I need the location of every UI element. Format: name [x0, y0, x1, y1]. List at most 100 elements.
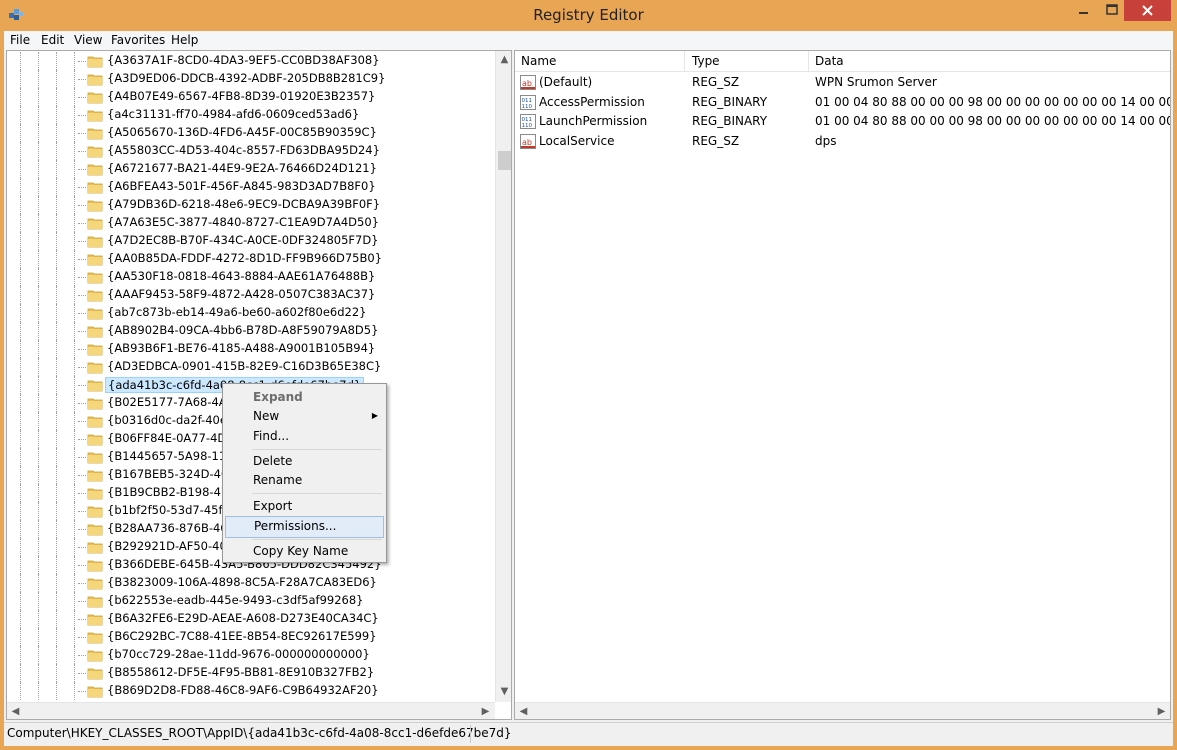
- scroll-up-arrow-icon[interactable]: ▲: [496, 51, 511, 68]
- tree-guide-line: [38, 124, 39, 142]
- tree-item-label: {B167BEB5-324D-4C2: [107, 467, 237, 481]
- menu-edit[interactable]: Edit: [41, 33, 64, 47]
- menu-file[interactable]: File: [10, 33, 30, 47]
- list-row[interactable]: ab (Default) REG_SZ WPN Srumon Server: [515, 73, 1170, 92]
- tree-item[interactable]: {A5065670-136D-4FD6-A45F-00C85B90359C}: [7, 124, 495, 142]
- tree-guide-line: [56, 412, 57, 430]
- tree-scroll-thumb[interactable]: [498, 151, 511, 170]
- tree-connector-line: [78, 295, 86, 296]
- tree-item-label: {B06FF84E-0A77-4DD: [107, 431, 236, 445]
- tree-item[interactable]: {AAAF9453-58F9-4872-A428-0507C383AC37}: [7, 286, 495, 304]
- tree-item-label: {A5065670-136D-4FD6-A45F-00C85B90359C}: [107, 125, 377, 139]
- folder-icon: [87, 162, 103, 176]
- tree-item[interactable]: {A4B07E49-6567-4FB8-8D39-01920E3B2357}: [7, 88, 495, 106]
- scroll-left-arrow-icon[interactable]: ◀: [7, 703, 24, 719]
- column-header-type[interactable]: Type: [686, 51, 809, 72]
- menu-help[interactable]: Help: [171, 33, 198, 47]
- tree-item[interactable]: {B8558612-DF5E-4F95-BB81-8E910B327FB2}: [7, 664, 495, 682]
- window-title: Registry Editor: [533, 6, 644, 24]
- close-button[interactable]: [1124, 0, 1171, 21]
- tree-item[interactable]: {A7D2EC8B-B70F-434C-A0CE-0DF324805F7D}: [7, 232, 495, 250]
- context-menu-rename[interactable]: Rename: [225, 470, 384, 492]
- tree-item[interactable]: {B869D2D8-FD88-46C8-9AF6-C9B64932AF20}: [7, 682, 495, 700]
- tree-item[interactable]: {a4c31131-ff70-4984-afd6-0609ced53ad6}: [7, 106, 495, 124]
- list-row[interactable]: 011 110 AccessPermission REG_BINARY 01 00 04…: [515, 93, 1170, 112]
- tree-guide-line: [56, 304, 57, 322]
- tree-guide-line: [74, 592, 75, 610]
- menu-favorites[interactable]: Favorites: [111, 33, 165, 47]
- maximize-button[interactable]: [1101, 0, 1123, 21]
- folder-icon: [87, 522, 103, 536]
- tree-item-label: {B1B9CBB2-B198-47E: [107, 485, 236, 499]
- tree-guide-line: [74, 178, 75, 196]
- tree-item[interactable]: {B6A32FE6-E29D-AEAE-A608-D273E40CA34C}: [7, 610, 495, 628]
- minimize-button[interactable]: [1066, 0, 1100, 21]
- tree-guide-line: [74, 574, 75, 592]
- context-menu: Expand New ▶ Find... Delete Rename Export…: [222, 383, 387, 563]
- tree-vertical-scrollbar[interactable]: ▲ ▼: [495, 51, 511, 702]
- scroll-left-arrow-icon[interactable]: ◀: [515, 703, 532, 719]
- tree-guide-line: [56, 538, 57, 556]
- tree-connector-line: [78, 223, 86, 224]
- tree-item[interactable]: {b622553e-eadb-445e-9493-c3df5af99268}: [7, 592, 495, 610]
- tree-item[interactable]: {A3D9ED06-DDCB-4392-ADBF-205DB8B281C9}: [7, 70, 495, 88]
- tree-connector-line: [78, 169, 86, 170]
- tree-item[interactable]: {AD3EDBCA-0901-415B-82E9-C16D3B65E38C}: [7, 358, 495, 376]
- tree-item[interactable]: {A79DB36D-6218-48e6-9EC9-DCBA9A39BF0F}: [7, 196, 495, 214]
- tree-guide-line: [56, 286, 57, 304]
- column-header-name[interactable]: Name: [515, 51, 685, 72]
- context-menu-find[interactable]: Find...: [225, 426, 384, 448]
- context-menu-permissions[interactable]: Permissions...: [225, 516, 384, 538]
- binary-value-icon: 011 110: [520, 114, 536, 129]
- tree-item[interactable]: {b70cc729-28ae-11dd-9676-000000000000}: [7, 646, 495, 664]
- tree-guide-line: [20, 574, 21, 592]
- menu-separator: [252, 449, 382, 450]
- tree-item[interactable]: {A6721677-BA21-44E9-9E2A-76466D24D121}: [7, 160, 495, 178]
- tree-guide-line: [56, 250, 57, 268]
- tree-item[interactable]: {A3637A1F-8CD0-4DA3-9EF5-CC0BD38AF308}: [7, 52, 495, 70]
- tree-item[interactable]: {AA530F18-0818-4643-8884-AAE61A76488B}: [7, 268, 495, 286]
- value-list-pane[interactable]: Name Type Data ab (Default) REG_SZ WPN Srum…: [514, 50, 1171, 720]
- tree-guide-line: [38, 394, 39, 412]
- tree-guide-line: [38, 592, 39, 610]
- status-bar: Computer\HKEY_CLASSES_ROOT\AppID\{ada41b…: [4, 722, 1173, 744]
- tree-guide-line: [20, 556, 21, 574]
- list-row[interactable]: ab LocalService REG_SZ dps: [515, 132, 1170, 151]
- tree-item-label: {B3823009-106A-4898-8C5A-F28A7CA83ED6}: [107, 575, 377, 589]
- list-row[interactable]: 011 110 LaunchPermission REG_BINARY 01 00 04…: [515, 112, 1170, 131]
- column-header-data[interactable]: Data: [809, 51, 1170, 72]
- tree-item[interactable]: {A55803CC-4D53-404c-8557-FD63DBA95D24}: [7, 142, 495, 160]
- tree-horizontal-scrollbar[interactable]: ◀ ▶: [7, 702, 495, 719]
- tree-item-label: {a4c31131-ff70-4984-afd6-0609ced53ad6}: [107, 107, 360, 121]
- context-menu-export[interactable]: Export: [225, 496, 384, 518]
- tree-guide-line: [74, 430, 75, 448]
- tree-item[interactable]: {A6BFEA43-501F-456F-A845-983D3AD7B8F0}: [7, 178, 495, 196]
- tree-item[interactable]: {AB93B6F1-BE76-4185-A488-A9001B105B94}: [7, 340, 495, 358]
- tree-guide-line: [20, 304, 21, 322]
- tree-item[interactable]: {AB8902B4-09CA-4bb6-B78D-A8F59079A8D5}: [7, 322, 495, 340]
- tree-item[interactable]: {A7A63E5C-3877-4840-8727-C1EA9D7A4D50}: [7, 214, 495, 232]
- scroll-down-arrow-icon[interactable]: ▼: [496, 683, 511, 700]
- scroll-right-arrow-icon[interactable]: ▶: [1153, 703, 1170, 719]
- context-menu-copy-key-name[interactable]: Copy Key Name: [225, 541, 384, 563]
- tree-item[interactable]: {B3823009-106A-4898-8C5A-F28A7CA83ED6}: [7, 574, 495, 592]
- tree-item[interactable]: {AA0B85DA-FDDF-4272-8D1D-FF9B966D75B0}: [7, 250, 495, 268]
- tree-guide-line: [38, 232, 39, 250]
- tree-guide-line: [56, 556, 57, 574]
- list-horizontal-scrollbar[interactable]: ◀ ▶: [515, 702, 1170, 719]
- tree-item[interactable]: {B6C292BC-7C88-41EE-8B54-8EC92617E599}: [7, 628, 495, 646]
- context-menu-new[interactable]: New ▶: [225, 406, 384, 428]
- tree-guide-line: [38, 466, 39, 484]
- tree-guide-line: [74, 70, 75, 88]
- tree-guide-line: [74, 520, 75, 538]
- tree-guide-line: [38, 196, 39, 214]
- tree-guide-line: [20, 178, 21, 196]
- tree-guide-line: [74, 682, 75, 700]
- scroll-right-arrow-icon[interactable]: ▶: [477, 703, 494, 719]
- tree-item[interactable]: {ab7c873b-eb14-49a6-be60-a602f80e6d22}: [7, 304, 495, 322]
- folder-icon: [87, 450, 103, 464]
- tree-item-label: {AB8902B4-09CA-4bb6-B78D-A8F59079A8D5}: [107, 323, 379, 337]
- menu-view[interactable]: View: [74, 33, 102, 47]
- tree-guide-line: [74, 142, 75, 160]
- status-path: Computer\HKEY_CLASSES_ROOT\AppID\{ada41b…: [7, 726, 512, 740]
